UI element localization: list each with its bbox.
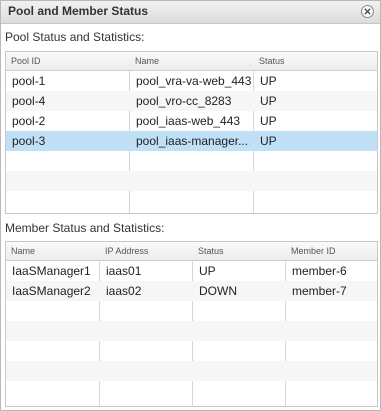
pool-status-cell: UP <box>260 94 277 108</box>
pool-id-cell: pool-3 <box>12 134 46 148</box>
pool-name-cell: pool_iaas-web_443 <box>136 114 241 128</box>
table-row-empty <box>6 191 377 211</box>
table-row[interactable]: pool-4 pool_vro-cc_8283 UP <box>6 91 377 111</box>
pool-id-cell: pool-2 <box>12 114 46 128</box>
member-status-cell: UP <box>199 264 216 278</box>
member-name-cell: IaaSManager2 <box>12 284 91 298</box>
member-id-cell: member-7 <box>292 284 347 298</box>
table-row-selected[interactable]: pool-3 pool_iaas-manager... UP <box>6 131 377 151</box>
close-icon[interactable] <box>361 5 374 18</box>
column-header-status[interactable]: Status <box>193 242 285 260</box>
table-row-empty <box>6 171 377 191</box>
pool-status-cell: UP <box>260 114 277 128</box>
column-header-member-id[interactable]: Member ID <box>286 242 377 260</box>
table-row[interactable]: pool-1 pool_vra-va-web_443 UP <box>6 71 377 91</box>
member-section-label: Member Status and Statistics: <box>5 221 165 235</box>
column-header-status[interactable]: Status <box>254 52 377 70</box>
column-header-pool-id[interactable]: Pool ID <box>6 52 129 70</box>
column-header-name[interactable]: Name <box>130 52 253 70</box>
pool-table-header: Pool ID Name Status <box>6 52 377 71</box>
table-row-empty <box>6 341 377 361</box>
member-ip-cell: iaas01 <box>106 264 142 278</box>
table-row[interactable]: IaaSManager2 iaas02 DOWN member-7 <box>6 281 377 301</box>
table-row-empty <box>6 321 377 341</box>
dialog-titlebar[interactable]: Pool and Member Status <box>1 1 380 24</box>
pool-status-cell: UP <box>260 134 277 148</box>
member-table: Name IP Address Status Member ID IaaSMan… <box>5 241 378 407</box>
member-name-cell: IaaSManager1 <box>12 264 91 278</box>
pool-name-cell: pool_iaas-manager... <box>136 134 249 148</box>
member-table-header: Name IP Address Status Member ID <box>6 242 377 261</box>
column-header-name[interactable]: Name <box>6 242 99 260</box>
pool-id-cell: pool-1 <box>12 74 46 88</box>
pool-table: Pool ID Name Status pool-1 pool_vra-va-w… <box>5 51 378 214</box>
column-header-ip-address[interactable]: IP Address <box>100 242 192 260</box>
table-row-empty <box>6 151 377 171</box>
pool-section-label: Pool Status and Statistics: <box>5 30 145 44</box>
dialog-title: Pool and Member Status <box>8 4 149 18</box>
table-row[interactable]: IaaSManager1 iaas01 UP member-6 <box>6 261 377 281</box>
table-row-empty <box>6 381 377 401</box>
pool-id-cell: pool-4 <box>12 94 46 108</box>
member-id-cell: member-6 <box>292 264 347 278</box>
pool-name-cell: pool_vra-va-web_443 <box>136 74 252 88</box>
pool-name-cell: pool_vro-cc_8283 <box>136 94 232 108</box>
member-status-cell: DOWN <box>199 284 237 298</box>
table-row-empty <box>6 361 377 381</box>
member-ip-cell: iaas02 <box>106 284 142 298</box>
pool-member-status-dialog: Pool and Member Status Pool Status and S… <box>0 0 381 411</box>
table-row-empty <box>6 301 377 321</box>
pool-status-cell: UP <box>260 74 277 88</box>
table-row[interactable]: pool-2 pool_iaas-web_443 UP <box>6 111 377 131</box>
